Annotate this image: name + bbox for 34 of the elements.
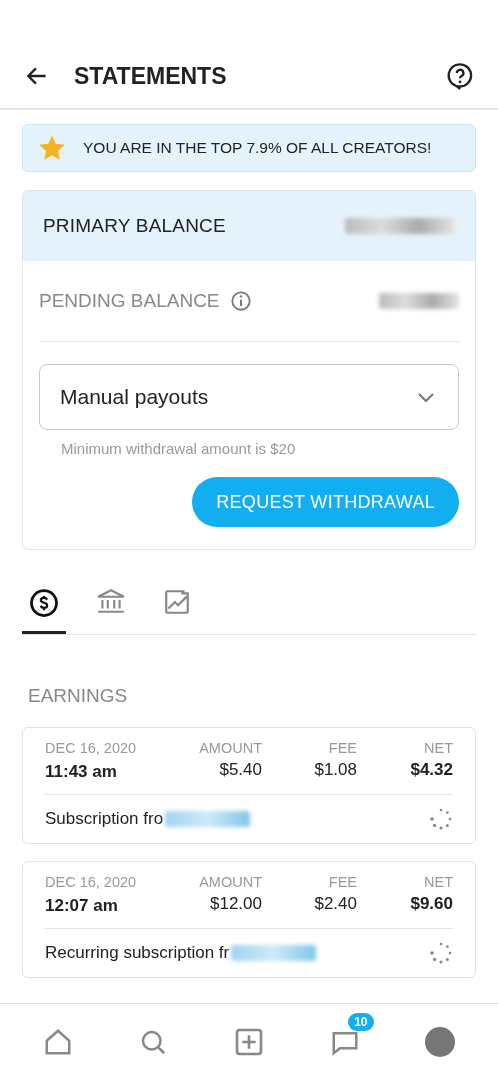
earning-description: Recurring subscription fr [45,943,230,963]
info-icon[interactable] [229,290,252,312]
page-title: STATEMENTS [74,62,228,90]
net-value: $9.60 [410,894,453,914]
fee-value: $2.40 [314,894,357,914]
net-value: $4.32 [410,760,453,780]
net-label: NET [424,874,453,890]
primary-balance-label: PRIMARY BALANCE [43,215,226,237]
loading-spinner-icon [429,941,453,965]
avatar[interactable] [425,1027,456,1057]
earning-time: 12:07 am [45,896,119,916]
dollar-icon [29,588,59,618]
withdrawal-hint: Minimum withdrawal amount is $20 [61,440,297,457]
earning-time: 11:43 am [45,762,118,782]
net-label: NET [424,740,453,756]
amount-label: AMOUNT [199,740,262,756]
messages-badge: 10 [348,1013,374,1031]
help-icon[interactable] [446,62,474,90]
payout-select[interactable]: Manual payouts [39,364,459,430]
chart-icon [163,588,191,616]
amount-value: $12.00 [210,894,262,914]
bank-icon [96,588,126,614]
amount-value: $5.40 [219,760,262,780]
amount-label: AMOUNT [199,874,262,890]
pending-balance-label: PENDING BALANCE [39,290,220,312]
banner-text: YOU ARE IN THE TOP 7.9% OF ALL CREATORS! [83,139,432,157]
earning-description: Subscription fro [45,809,164,829]
loading-spinner-icon [429,807,453,831]
earning-date: DEC 16, 2020 [45,874,138,890]
fee-label: FEE [328,740,357,756]
earning-date: DEC 16, 2020 [45,740,138,756]
fee-value: $1.08 [314,760,357,780]
section-title: EARNINGS [28,685,129,707]
fee-label: FEE [328,874,357,890]
